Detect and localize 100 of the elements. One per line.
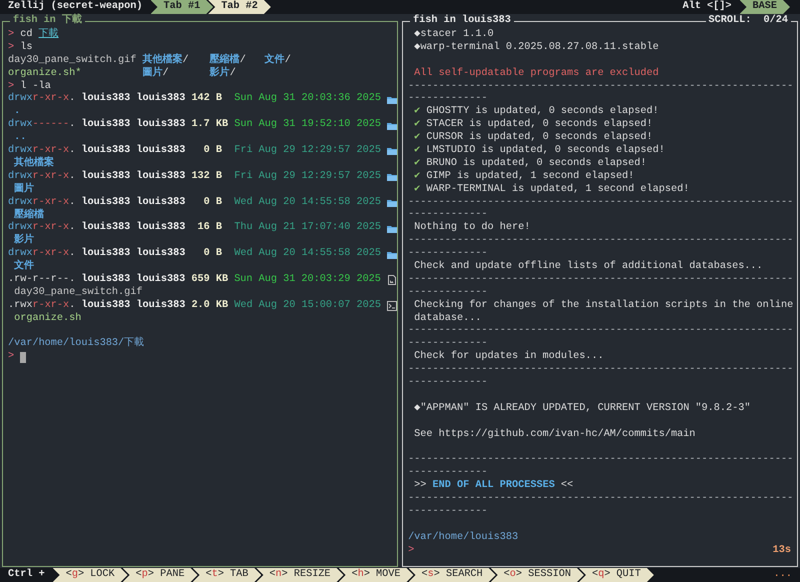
output-text: Check for updates in modules... [413,351,604,364]
file-name: organize.sh* [8,68,82,80]
directory-name: 圖片 [13,184,34,196]
directory-name: 影片/ [210,68,237,81]
permissions: .rw-r--r--. [8,274,76,286]
output-text: "APPMAN" IS ALREADY UPDATED, CURRENT VERSION "9.8.2-3" [420,402,750,416]
file-size: 2.0 KB [191,300,228,313]
shortcut-hint: <o> SESSION [490,568,584,582]
directory-name: . [13,106,20,118]
permissions: drwxr-xr-x. [8,222,76,234]
shortcut-hint: <p> PANE [122,568,198,582]
owner-text: louis383 louis383 [81,222,186,236]
directory-name: .. [13,132,26,144]
path-text: /var/home/louis383 [408,532,518,545]
permissions: drwxr-xr-x. [8,196,76,208]
directory-name: 其他檔案/ [142,54,190,66]
divider-text: --------------------------------------------------------------- [408,325,794,338]
directory-name: 圖片/ [142,68,170,81]
divider-text: ------------- [408,286,488,300]
date-text: Fri Aug 29 12:29:57 2025 [234,170,381,184]
file-size: 16 B [196,222,224,236]
command-text: ls [19,42,32,54]
file-size: 132 B [191,170,224,184]
shortcut-hint: <h> MOVE [338,568,414,582]
output-text: Check and update offline lists of additional databases... [413,261,763,274]
owner-text: louis383 louis383 [81,196,186,210]
owner-text: louis383 louis383 [81,300,186,313]
output-text: stacer 1.1.0 [420,29,494,42]
output-text: STACER is updated, 0 seconds elapsed! [425,119,653,132]
permissions: drwxr-xr-x. [8,145,76,156]
elapsed-time: 13s [772,544,791,558]
date-text: Fri Aug 29 12:29:57 2025 [234,145,381,158]
command-text: cd [19,29,34,42]
permissions: drwxr-xr-x. [8,248,76,260]
divider-text: --------------------------------------------------------------- [408,235,794,248]
date-text: Thu Aug 21 17:07:40 2025 [234,222,381,236]
bullet-mark: ◆ [413,29,420,42]
output-text: GHOSTTY is updated, 0 seconds elapsed! [425,106,659,118]
file-size: 0 B [202,196,224,210]
folder-icon [387,120,398,131]
file-name: organize.sh [13,312,82,326]
bullet-mark: ◆ [413,402,420,416]
folder-icon [387,172,398,182]
owner-text: louis383 louis383 [81,93,186,106]
folder-icon [387,198,398,208]
divider-text: ------------- [408,248,488,260]
shortcut-hint: <t> TAB [192,568,262,582]
prompt-symbol: > [8,42,14,54]
check-mark: ✔ [413,170,420,184]
divider-text: --------------------------------------------------------------- [408,364,794,378]
divider-text: --------------------------------------------------------------- [408,274,794,287]
output-text: Nothing to do here! [413,222,530,236]
check-mark: ✔ [413,132,420,146]
image-file-icon [387,275,398,286]
prompt-symbol: > [8,80,14,92]
shortcut-hint: <n> RESIZE [256,568,344,582]
directory-name: 壓縮檔/ [210,54,247,66]
directory-name: 影片 [13,235,34,248]
directory-name: 壓縮檔 [13,210,44,222]
check-mark: ✔ [413,158,420,171]
check-mark: ✔ [413,145,420,158]
output-text: >> [413,480,428,494]
permissions: drwxr-xr-x. [8,170,76,182]
tab[interactable]: Tab #1 [150,0,214,14]
tab[interactable]: Tab #2 [208,0,271,14]
prompt-symbol: > [8,351,14,364]
terminal-icon [387,301,398,312]
output-text: GIMP is updated, 1 second elapsed! [425,170,634,184]
date-text: Sun Aug 31 20:03:36 2025 [234,93,381,106]
status-text: END OF ALL PROCESSES [432,480,555,494]
shortcut-hint: <g> LOCK [52,568,128,582]
file-size: 659 KB [191,274,228,287]
prompt-symbol: > [8,29,14,42]
session-title: Zellij (secret-weapon) [7,0,144,14]
folder-icon [387,250,398,260]
permissions: drwx------. [8,119,76,132]
bullet-mark: ◆ [413,42,420,55]
divider-text: --------------------------------------------------------------- [408,80,794,94]
divider-text: --------------------------------------------------------------- [408,493,794,506]
output-text: See https://github.com/ivan-hc/AM/commits/main [413,428,696,442]
file-size: 0 B [202,248,224,262]
divider-text: --------------------------------------------------------------- [408,454,794,468]
date-text: Sun Aug 31 20:03:29 2025 [234,274,381,287]
divider-text: ------------- [408,506,488,519]
prompt-symbol: > [408,544,414,558]
owner-text: louis383 louis383 [81,119,186,132]
directory-name: 其他檔案 [13,158,54,170]
check-mark: ✔ [413,184,420,197]
path-text: /var/home/louis383/下載 [8,338,144,352]
shortcut-hint: <q> QUIT [578,568,654,582]
file-name: day30_pane_switch.gif [13,286,142,300]
file-size: 1.7 KB [191,119,228,132]
permissions: .rwxr-xr-x. [8,300,76,312]
warning-text: All self-updatable programs are excluded [413,68,659,81]
divider-text: ------------- [408,338,488,350]
output-text: BRUNO is updated, 0 seconds elapsed! [425,158,647,170]
date-text: Wed Aug 20 14:55:58 2025 [234,248,381,262]
more-indicator: ... [774,568,792,582]
output-text: LMSTUDIO is updated, 0 seconds elapsed! [425,145,665,158]
directory-name: 文件/ [264,54,292,68]
